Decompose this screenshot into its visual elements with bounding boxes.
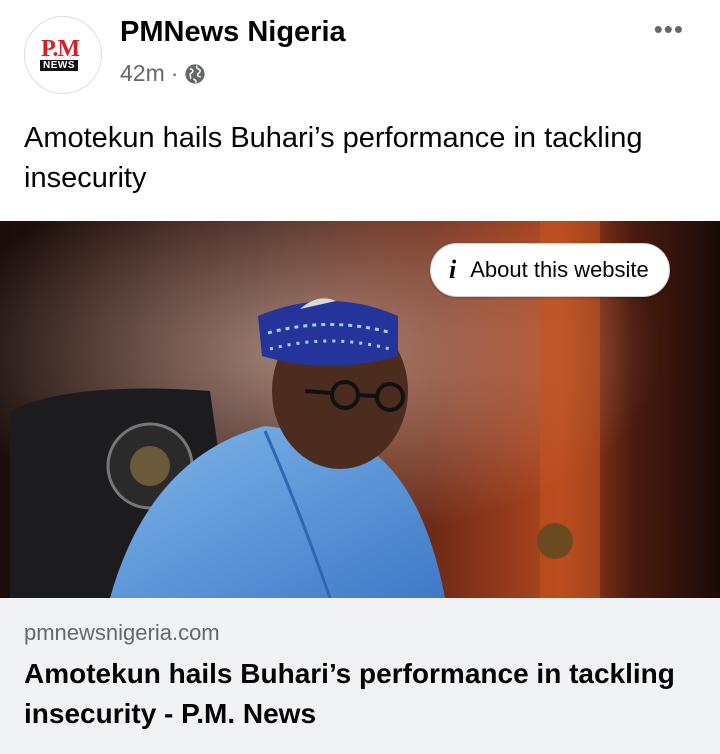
- about-this-website-label: About this website: [470, 257, 649, 282]
- post-caption: Amotekun hails Buhari’s performance in t…: [24, 122, 643, 194]
- post-header: P.M NEWS PMNews Nigeria 42m · •••: [0, 0, 720, 110]
- avatar-logo-pm: P.M: [41, 36, 80, 62]
- page-avatar[interactable]: P.M NEWS: [24, 16, 102, 94]
- page-name-link[interactable]: PMNews Nigeria: [120, 16, 346, 49]
- avatar-logo-news: NEWS: [40, 60, 78, 71]
- about-this-website-button[interactable]: i About this website: [430, 243, 670, 297]
- globe-icon: [185, 63, 206, 84]
- more-options-icon[interactable]: •••: [654, 16, 684, 42]
- post-timestamp[interactable]: 42m: [120, 60, 165, 87]
- meta-separator: ·: [170, 60, 179, 86]
- post-meta: 42m ·: [120, 60, 206, 87]
- link-preview-card[interactable]: pmnewsnigeria.com Amotekun hails Buhari’…: [0, 598, 720, 754]
- link-preview-image[interactable]: i About this website: [0, 221, 720, 598]
- link-title: Amotekun hails Buhari’s performance in t…: [24, 658, 675, 729]
- info-icon: i: [449, 255, 457, 284]
- link-domain: pmnewsnigeria.com: [24, 620, 220, 645]
